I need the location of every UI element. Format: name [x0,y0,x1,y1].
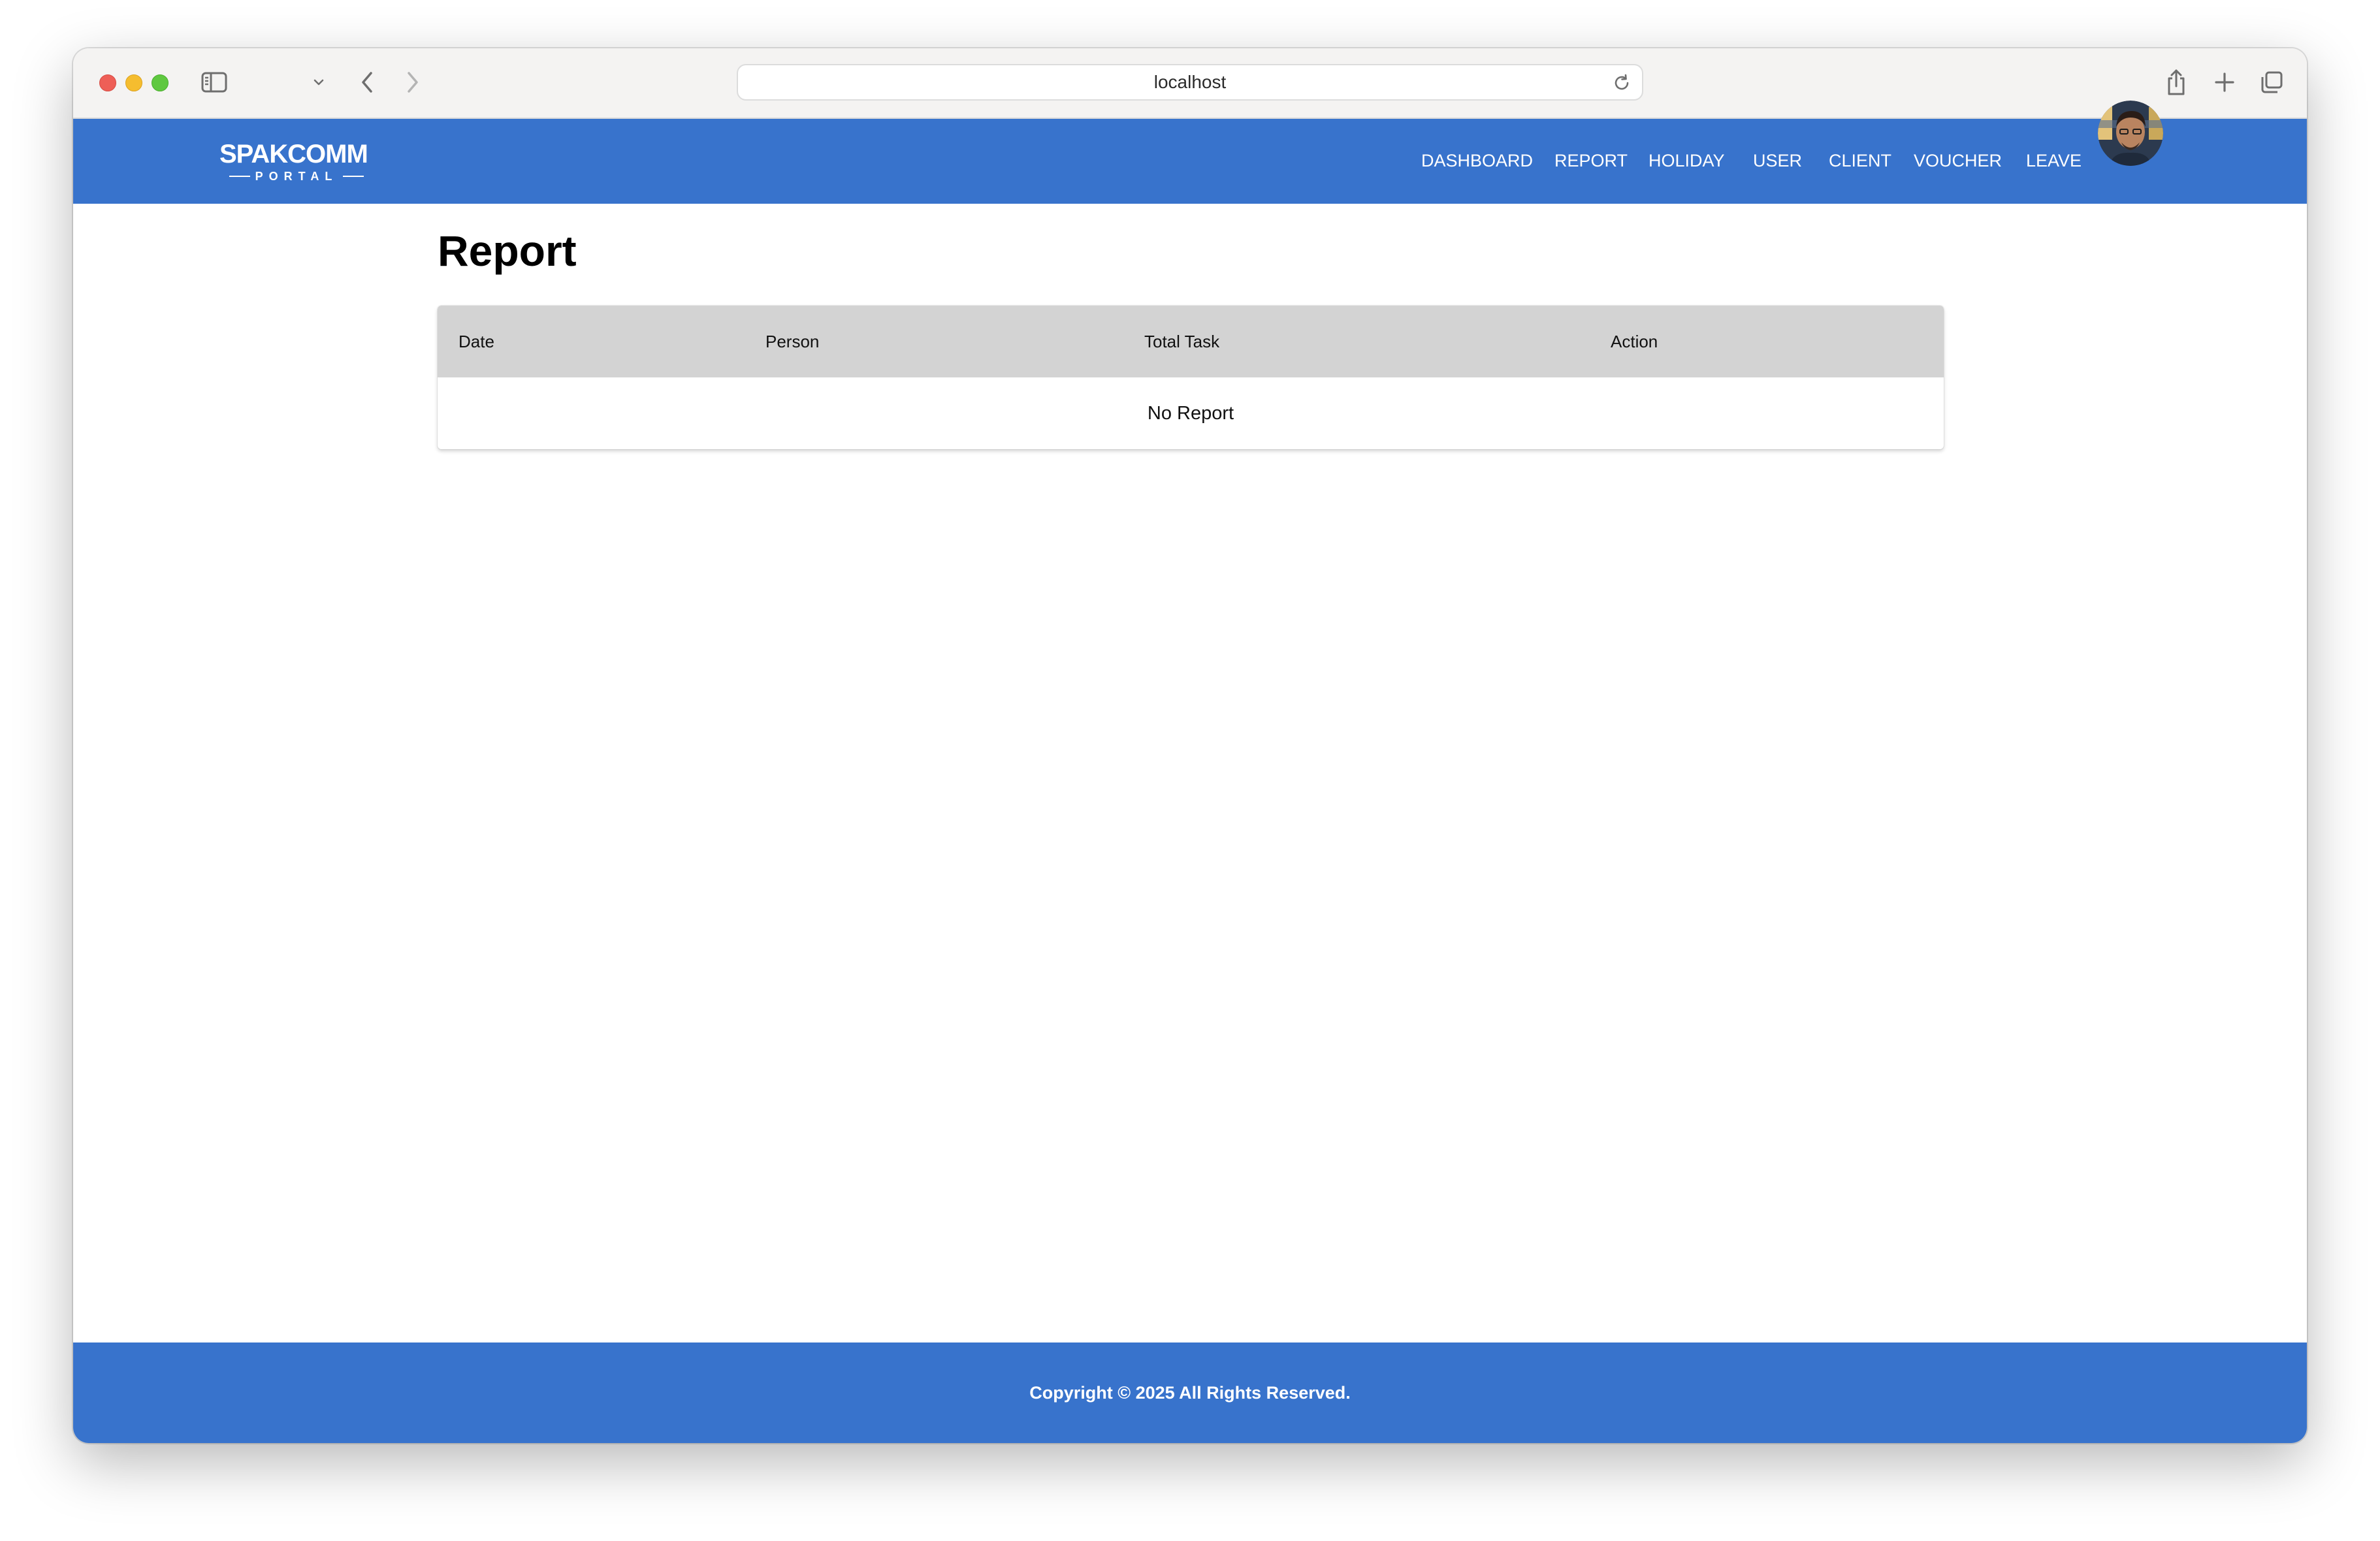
forward-icon[interactable] [400,68,426,97]
browser-window: localhost SPAKCOMM PORTAL DASHBOARD REPO… [73,48,2307,1443]
back-icon[interactable] [354,68,380,97]
sidebar-toggle-icon[interactable] [200,69,229,95]
page-title: Report [438,227,577,275]
chevron-down-icon[interactable] [312,74,325,90]
tab-overview-icon[interactable] [2257,68,2286,97]
column-header-total-task: Total Task [1144,331,1220,351]
reload-icon[interactable] [1611,72,1633,94]
address-bar[interactable]: localhost [737,64,1643,101]
new-tab-icon[interactable] [2210,68,2239,97]
copyright-text: Copyright © 2025 All Rights Reserved. [1029,1382,1351,1403]
user-avatar[interactable] [2098,101,2163,166]
empty-table-message: No Report [1147,402,1234,424]
column-header-action: Action [1611,331,1658,351]
nav-item-client[interactable]: CLIENT [1829,148,1891,174]
column-header-person: Person [765,331,820,351]
maximize-window-button[interactable] [152,74,169,91]
main-nav: DASHBOARD REPORT HOLIDAY USER CLIENT VOU… [73,119,2307,204]
column-header-date: Date [458,331,494,351]
browser-toolbar: localhost [73,48,2307,119]
close-window-button[interactable] [99,74,116,91]
share-icon[interactable] [2163,67,2189,98]
nav-item-leave[interactable]: LEAVE [2026,148,2082,174]
nav-item-user[interactable]: USER [1753,148,1802,174]
nav-item-voucher[interactable]: VOUCHER [1914,148,2002,174]
nav-item-dashboard[interactable]: DASHBOARD [1421,148,1533,174]
report-table: Date Person Total Task Action No Report [438,306,1944,449]
nav-item-holiday[interactable]: HOLIDAY [1648,148,1725,174]
minimize-window-button[interactable] [125,74,142,91]
app-header: SPAKCOMM PORTAL DASHBOARD REPORT HOLIDAY… [73,119,2307,204]
address-text: localhost [1153,72,1227,92]
app-footer: Copyright © 2025 All Rights Reserved. [73,1342,2307,1443]
nav-item-report[interactable]: REPORT [1554,148,1628,174]
table-header-row: Date Person Total Task Action [438,306,1944,377]
